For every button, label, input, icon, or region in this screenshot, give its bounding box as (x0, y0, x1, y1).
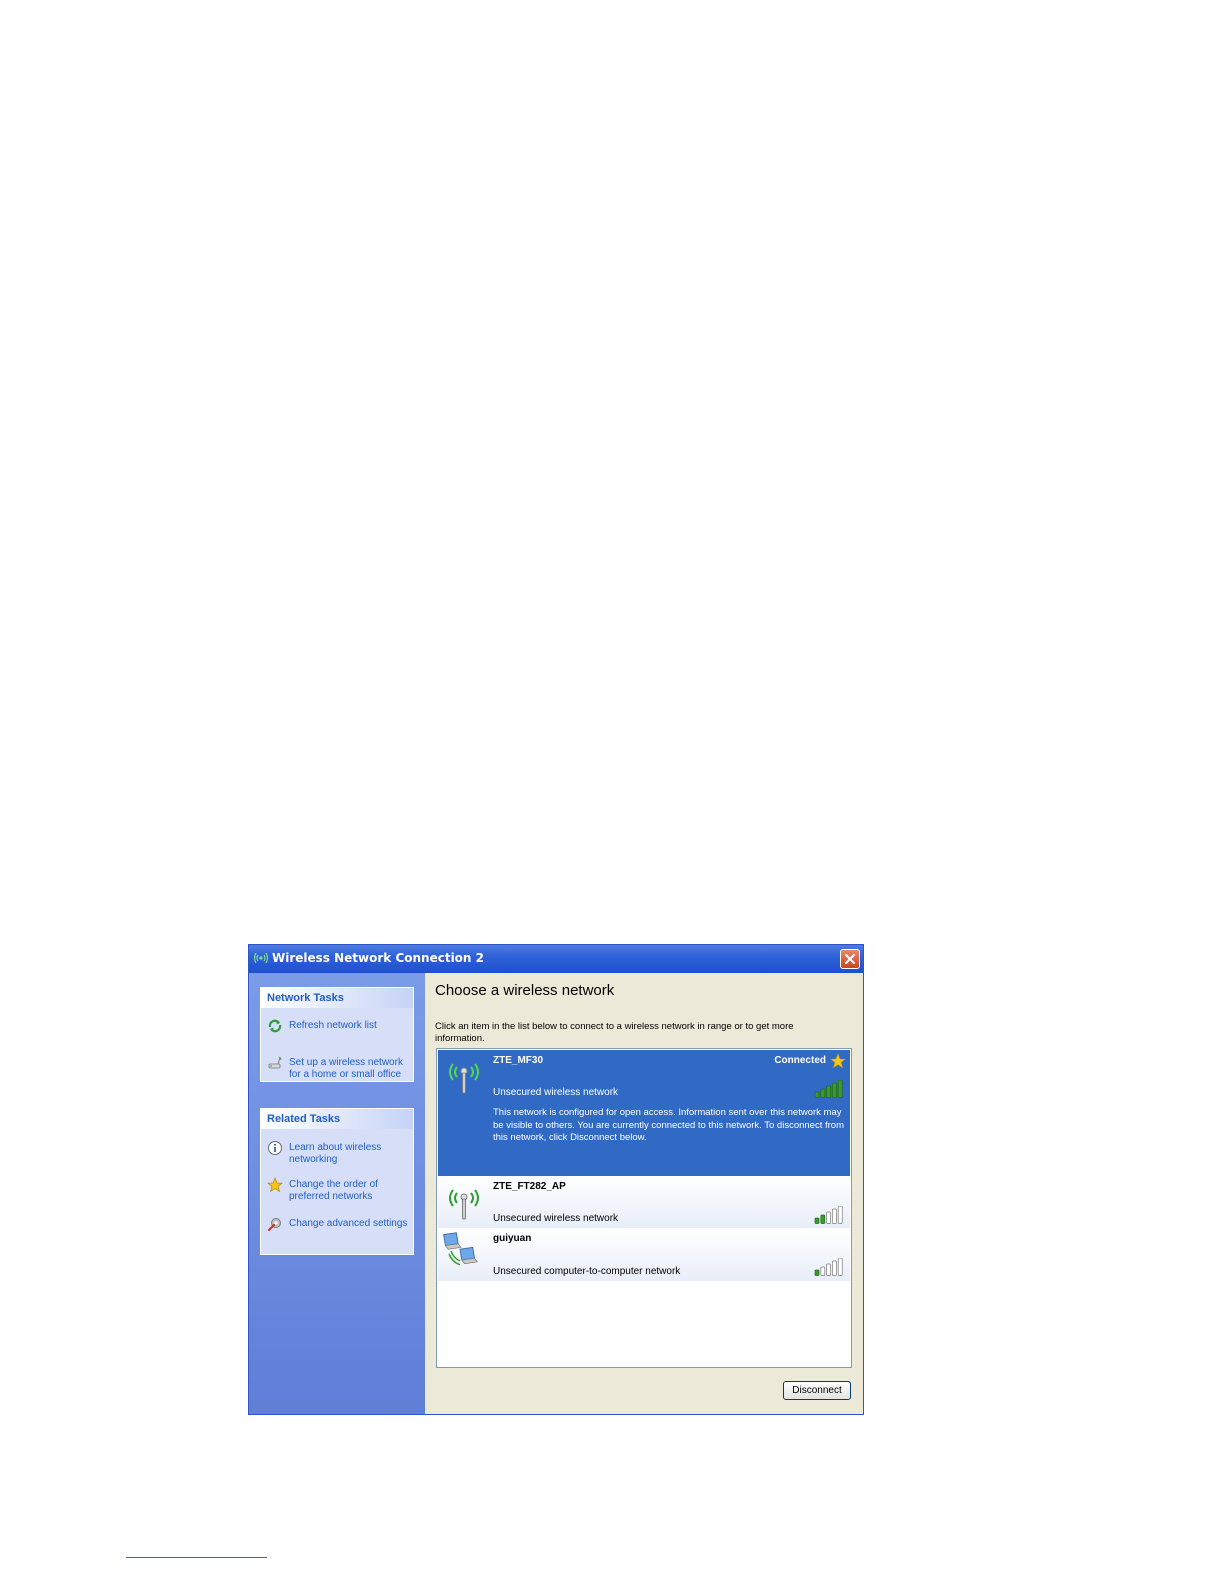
info-icon (268, 1141, 282, 1155)
signal-bar (820, 1088, 826, 1098)
signal-bar (820, 1266, 826, 1276)
network-item-zte-ft282-ap[interactable]: ZTE_FT282_AP Unsecured wireless network (438, 1177, 850, 1228)
signal-strength-icon (814, 1080, 843, 1098)
network-security-type: Unsecured wireless network (493, 1213, 619, 1224)
task-pane: Network Tasks Refresh network list Set u… (249, 973, 425, 1414)
wireless-antenna-icon (449, 1063, 479, 1094)
network-description: This network is configured for open acce… (493, 1107, 844, 1143)
signal-bar (832, 1082, 837, 1098)
instructions-text: Click an item in the list below to conne… (435, 1021, 794, 1044)
change-advanced-settings-label: Change advanced settings (289, 1218, 408, 1229)
footnote-rule (126, 1557, 267, 1558)
signal-bar (814, 1217, 820, 1224)
close-button[interactable] (840, 949, 860, 969)
settings-icon (267, 1218, 281, 1232)
network-tasks-header: Network Tasks (261, 988, 413, 1008)
network-name: ZTE_MF30 (493, 1055, 544, 1066)
signal-bar (826, 1211, 831, 1224)
signal-bar (820, 1214, 826, 1224)
page-heading: Choose a wireless network (435, 982, 615, 999)
network-security-type: Unsecured wireless network (493, 1087, 619, 1098)
learn-about-wireless-label: Learn about wireless networking (289, 1142, 382, 1165)
network-name: guiyuan (493, 1233, 532, 1244)
network-security-type: Unsecured computer-to-computer network (493, 1266, 681, 1277)
wireless-antenna-icon (449, 1189, 479, 1220)
network-name: ZTE_FT282_AP (493, 1181, 566, 1192)
setup-wireless-network-label: Set up a wireless network for a home or … (289, 1057, 403, 1080)
wireless-network-icon (253, 952, 269, 964)
refresh-network-list-label: Refresh network list (289, 1020, 377, 1031)
change-order-preferred-label: Change the order of preferred networks (289, 1179, 378, 1202)
related-tasks-header: Related Tasks (261, 1109, 413, 1129)
star-icon (267, 1177, 283, 1193)
refresh-icon (268, 1019, 282, 1033)
connection-status: Connected (774, 1055, 826, 1066)
signal-bar (837, 1258, 843, 1276)
disconnect-button[interactable]: Disconnect (783, 1381, 851, 1400)
signal-bar (837, 1080, 843, 1098)
network-list[interactable]: ZTE_MF30 Connected Unsecured wireless ne… (436, 1048, 852, 1368)
signal-strength-icon (814, 1258, 843, 1276)
signal-bar (814, 1091, 820, 1098)
signal-bar (832, 1260, 837, 1276)
title-bar[interactable]: Wireless Network Connection 2 (249, 945, 863, 973)
wireless-network-window: Wireless Network Connection 2 Network Ta… (248, 944, 864, 1415)
signal-bar (832, 1208, 837, 1224)
preferred-network-star-icon (830, 1053, 846, 1069)
signal-bar (826, 1263, 831, 1276)
window-title: Wireless Network Connection 2 (272, 951, 484, 965)
network-item-zte-mf30[interactable]: ZTE_MF30 Connected Unsecured wireless ne… (438, 1050, 850, 1176)
setup-wireless-icon (268, 1056, 282, 1069)
network-item-guiyuan[interactable]: guiyuan Unsecured computer-to-computer n… (438, 1229, 850, 1281)
network-tasks-panel: Network Tasks Refresh network list Set u… (260, 987, 414, 1082)
related-tasks-panel: Related Tasks Learn about wireless netwo… (260, 1108, 414, 1255)
signal-bar (814, 1269, 820, 1276)
close-icon (845, 954, 855, 964)
signal-bar (837, 1206, 843, 1224)
computer-to-computer-icon (443, 1232, 478, 1266)
signal-strength-icon (814, 1206, 843, 1224)
signal-bar (826, 1085, 831, 1098)
